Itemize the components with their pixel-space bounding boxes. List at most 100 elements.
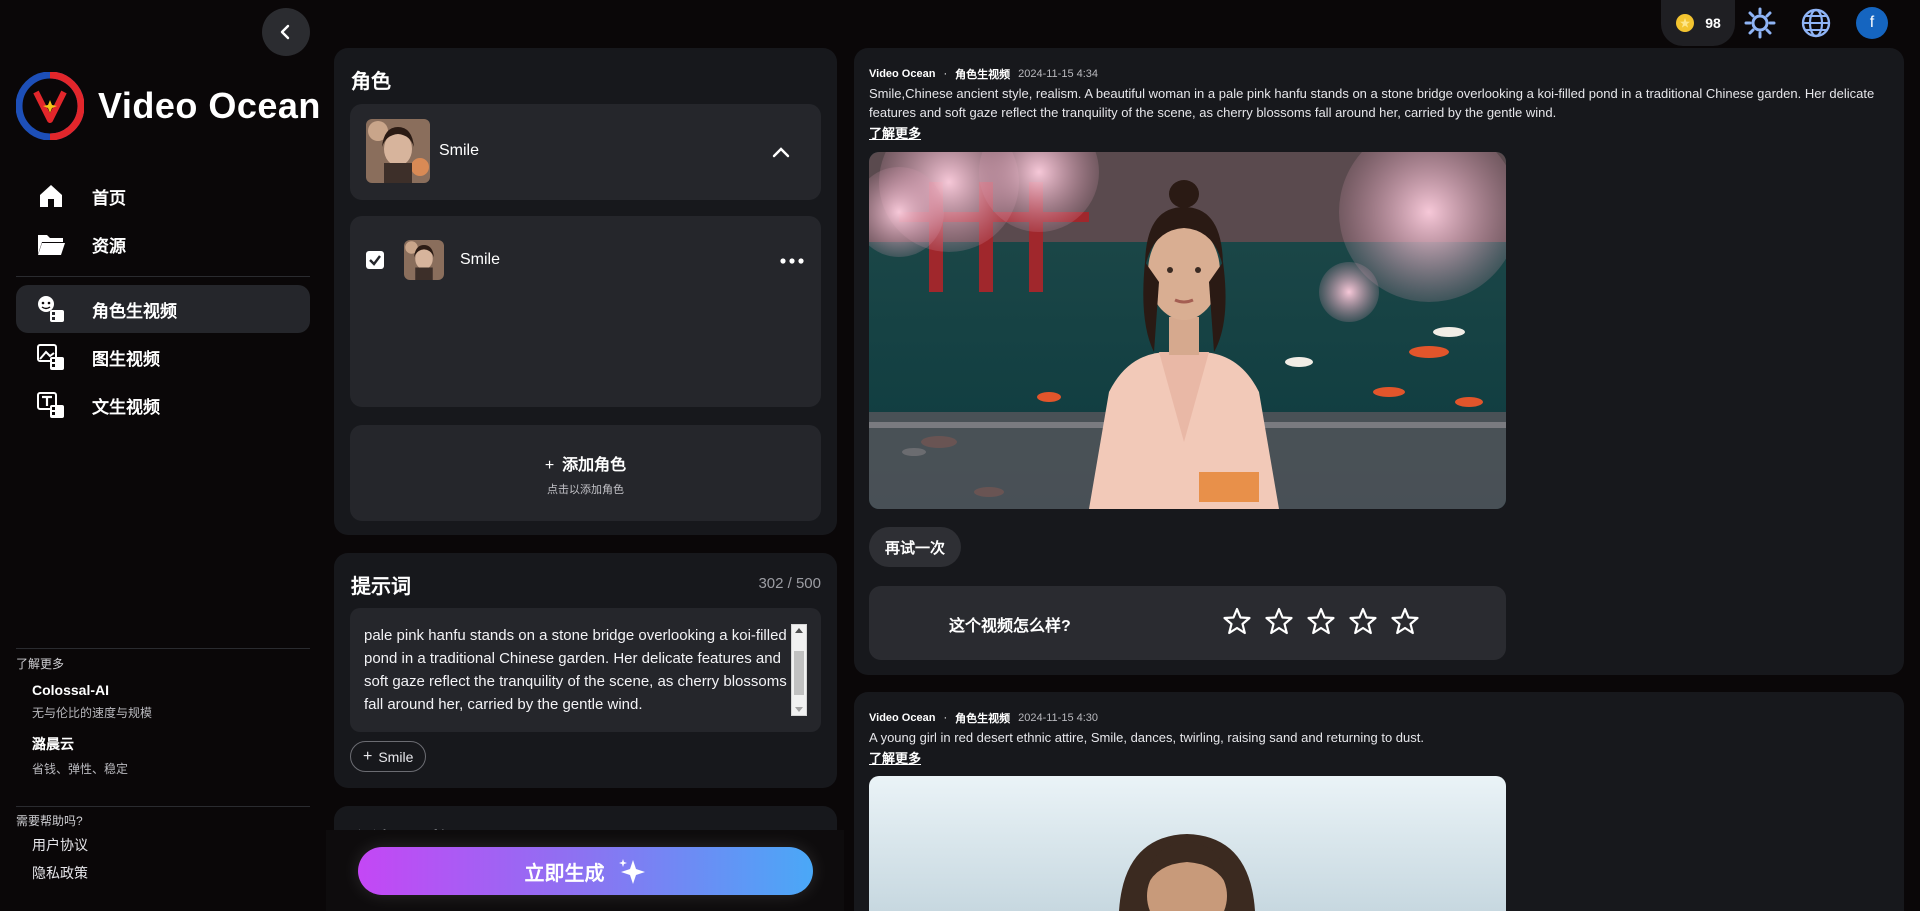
result-meta: Video Ocean · 角色生视频 2024-11-15 4:34: [869, 66, 1098, 82]
nav-label: 资源: [92, 236, 126, 256]
video-result-card: Video Ocean · 角色生视频 2024-11-15 4:30 A yo…: [854, 692, 1904, 911]
partner-colossal-ai[interactable]: Colossal-AI 无与伦比的速度与规模: [32, 682, 152, 721]
rating-box: 这个视频怎么样?: [869, 586, 1506, 660]
chevron-left-icon: [280, 24, 290, 40]
result-source: Video Ocean: [869, 712, 936, 724]
help-divider: [16, 806, 310, 807]
rating-stars: [1222, 606, 1420, 636]
globe-icon: [1801, 8, 1831, 38]
main-nav: 首页 资源: [16, 172, 310, 268]
nav-label: 文生视频: [92, 397, 160, 417]
sidebar: Video Ocean 首页 资源 角色生视频 图生视频 文生视频 了解更多 C…: [0, 0, 326, 911]
star-icon-2[interactable]: [1264, 606, 1294, 636]
learn-divider: [16, 648, 310, 649]
star-icon-4[interactable]: [1348, 606, 1378, 636]
collapse-sidebar-button[interactable]: [262, 8, 310, 56]
character-list: Smile: [350, 216, 821, 407]
result-description: A young girl in red desert ethnic attire…: [869, 730, 1424, 745]
video-preview[interactable]: [869, 152, 1506, 509]
retry-button[interactable]: 再试一次: [869, 527, 962, 567]
add-character-button[interactable]: + 添加角色 点击以添加角色: [350, 425, 821, 521]
partner-name: Colossal-AI: [32, 682, 110, 698]
credits-value: 98: [1705, 15, 1721, 31]
add-character-row: + 添加角色: [350, 451, 821, 475]
tools-nav: 角色生视频 图生视频 文生视频: [16, 285, 310, 429]
plus-icon: +: [363, 747, 373, 765]
credits-badge[interactable]: 98: [1661, 0, 1735, 46]
character-title: 角色: [351, 71, 391, 93]
sun-icon: [1744, 7, 1776, 39]
rating-question: 这个视频怎么样?: [949, 618, 1071, 635]
result-source: Video Ocean: [869, 68, 936, 80]
nav-item-character-video[interactable]: 角色生视频: [16, 285, 310, 333]
nav-item-home[interactable]: 首页: [16, 172, 310, 220]
star-icon-3[interactable]: [1306, 606, 1336, 636]
meta-separator-dot: ·: [943, 68, 948, 80]
tag-label: Smile: [378, 748, 414, 765]
prompt-textarea[interactable]: pale pink hanfu stands on a stone bridge…: [350, 608, 821, 732]
brand-logo[interactable]: Video Ocean: [16, 72, 321, 140]
partner-name: 潞晨云: [32, 736, 74, 752]
video-result-card: Video Ocean · 角色生视频 2024-11-15 4:34 Smil…: [854, 48, 1904, 675]
sparkle-icon: [618, 859, 645, 884]
character-checkbox[interactable]: [366, 251, 384, 269]
result-description: Smile,Chinese ancient style, realism. A …: [869, 86, 1875, 120]
add-character-hint: 点击以添加角色: [547, 484, 624, 496]
help-title: 需要帮助吗?: [16, 814, 83, 828]
learn-more-title: 了解更多: [16, 657, 65, 671]
learn-more-link[interactable]: 了解更多: [869, 748, 921, 767]
text-video-icon: [36, 390, 66, 420]
character-tag-chip[interactable]: + Smile: [350, 741, 427, 772]
scroll-up-icon[interactable]: [795, 627, 803, 633]
result-mode: 角色生视频: [955, 713, 1011, 725]
partner-tagline: 无与伦比的速度与规模: [32, 706, 153, 720]
scroll-thumb[interactable]: [794, 651, 804, 695]
result-date: 2024-11-15 4:30: [1018, 712, 1099, 724]
nav-label: 角色生视频: [92, 301, 177, 321]
character-card: 角色 Smile Smile + 添加角色 点击以添加角色: [334, 48, 837, 535]
star-icon-5[interactable]: [1390, 606, 1420, 636]
nav-label: 首页: [92, 188, 126, 208]
prompt-char-counter: 302 / 500: [758, 575, 821, 592]
result-date: 2024-11-15 4:34: [1018, 68, 1099, 80]
chevron-up-icon: [772, 147, 790, 158]
result-mode: 角色生视频: [955, 69, 1011, 81]
video-preview[interactable]: [869, 776, 1506, 911]
character-video-icon: [36, 294, 66, 324]
plus-icon: +: [544, 457, 555, 474]
scroll-down-icon[interactable]: [795, 707, 803, 713]
user-avatar[interactable]: f: [1856, 7, 1888, 39]
language-button[interactable]: [1800, 7, 1832, 39]
prompt-scrollbar[interactable]: [791, 624, 807, 716]
selected-character-name: Smile: [439, 142, 480, 159]
nav-item-text-video[interactable]: 文生视频: [16, 381, 310, 429]
image-video-icon: [36, 342, 66, 372]
generate-button[interactable]: 立即生成: [358, 847, 813, 895]
nav-item-image-video[interactable]: 图生视频: [16, 333, 310, 381]
privacy-policy-link[interactable]: 隐私政策: [32, 863, 88, 883]
nav-label: 图生视频: [92, 349, 160, 369]
character-list-thumbnail: [404, 240, 444, 280]
brand-name: Video Ocean: [98, 85, 321, 126]
character-list-name: Smile: [460, 251, 501, 268]
character-selector[interactable]: Smile: [350, 104, 821, 200]
home-icon: [36, 181, 66, 211]
user-agreement-link[interactable]: 用户协议: [32, 835, 88, 855]
add-character-label: 添加角色: [562, 457, 627, 474]
meta-separator-dot: ·: [943, 712, 948, 724]
generate-label: 立即生成: [524, 862, 605, 885]
more-options-icon[interactable]: [780, 251, 804, 271]
star-icon-1[interactable]: [1222, 606, 1252, 636]
coin-icon: [1676, 14, 1695, 32]
video-thumbnail: [869, 776, 1506, 911]
video-thumbnail: [869, 152, 1506, 509]
character-thumbnail: [366, 119, 430, 183]
partner-luchen-cloud[interactable]: 潞晨云 省钱、弹性、稳定: [32, 734, 128, 777]
learn-more-link[interactable]: 了解更多: [869, 123, 921, 142]
result-meta: Video Ocean · 角色生视频 2024-11-15 4:30: [869, 710, 1098, 726]
prompt-title: 提示词: [351, 576, 411, 598]
theme-toggle[interactable]: [1744, 7, 1776, 39]
partner-tagline: 省钱、弹性、稳定: [32, 762, 129, 776]
nav-item-resources[interactable]: 资源: [16, 220, 310, 268]
avatar-letter: f: [1869, 14, 1875, 31]
